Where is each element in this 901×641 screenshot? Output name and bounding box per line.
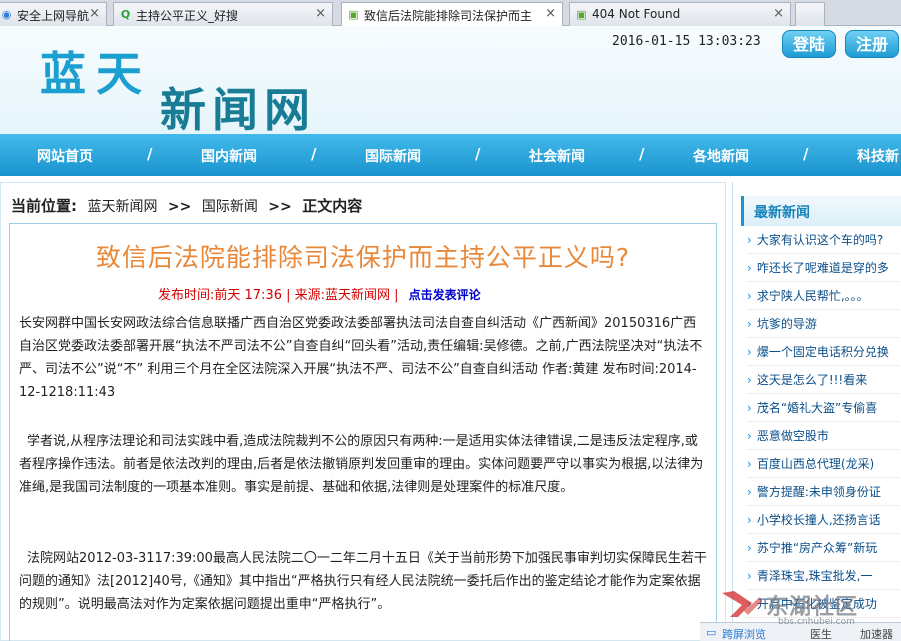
accelerator-button[interactable]: 加速器	[860, 626, 893, 641]
list-item[interactable]: › 恶意做空股市	[747, 422, 901, 450]
list-item[interactable]: › 警方提醒:未申领身份证	[747, 478, 901, 506]
breadcrumb-section-link[interactable]: 国际新闻	[202, 199, 258, 215]
bullet-icon: ›	[747, 345, 752, 359]
bullet-icon: ›	[747, 373, 752, 387]
list-item[interactable]: › 坑爹的导游	[747, 310, 901, 338]
bullet-icon: ›	[747, 317, 752, 331]
nav-item-home[interactable]: 网站首页	[37, 146, 93, 166]
register-button[interactable]: 注册	[845, 30, 899, 58]
bullet-icon: ›	[747, 429, 752, 443]
breadcrumb-separator: >>	[167, 199, 192, 215]
nav-item-domestic[interactable]: 国内新闻	[201, 146, 257, 166]
breadcrumb-home-link[interactable]: 蓝天新闻网	[87, 199, 157, 215]
browser-tab-safe-nav[interactable]: ◉ 安全上网导航 ×	[0, 2, 107, 26]
watermark-logo-icon	[722, 591, 762, 617]
globe-icon: ◉	[1, 8, 12, 21]
tab-label: 主持公平正义_好搜	[136, 9, 239, 23]
doctor-button[interactable]: 医生	[810, 626, 832, 641]
sidebar-latest-news: 最新新闻 › 大家有认识这个车的吗? › 咋还长了呢难道是穿的多 › 求宁陕人民帮忙,…	[732, 182, 901, 641]
bullet-icon: ›	[747, 289, 752, 303]
bullet-icon: ›	[747, 569, 752, 583]
list-item[interactable]: › 求宁陕人民帮忙,。。。	[747, 282, 901, 310]
bullet-icon: ›	[747, 541, 752, 555]
article-paragraph: 法院网站2012-03-3117:39:00最高人民法院二〇一二年二月十五日《关…	[19, 551, 707, 612]
list-item[interactable]: › 咋还长了呢难道是穿的多	[747, 254, 901, 282]
tab-label: 安全上网导航	[17, 9, 90, 23]
close-icon[interactable]: ×	[89, 6, 100, 21]
breadcrumb-current: 正文内容	[302, 197, 363, 215]
list-item[interactable]: › 百度山西总代理(龙采)	[747, 450, 901, 478]
main-nav: 网站首页 / 国内新闻 / 国际新闻 / 社会新闻 / 各地新闻 / 科技新	[0, 134, 901, 176]
bullet-icon: ›	[747, 261, 752, 275]
list-item[interactable]: › 苏宁推“房产众筹”新玩	[747, 534, 901, 562]
nav-separator: /	[803, 145, 809, 163]
browser-tab-bar: ◉ 安全上网导航 × Q 主持公平正义_好搜 × ▣ 致信后法院能排除司法保护而…	[0, 0, 901, 27]
close-icon[interactable]: ×	[315, 6, 326, 21]
browser-tab-article[interactable]: ▣ 致信后法院能排除司法保护而主 ×	[341, 2, 563, 27]
list-item[interactable]: › 茂名“婚礼大盗”专偷喜	[747, 394, 901, 422]
page-icon: ▣	[348, 8, 359, 21]
nav-separator: /	[147, 145, 153, 163]
browser-tab-search[interactable]: Q 主持公平正义_好搜 ×	[113, 2, 333, 26]
cross-screen-button[interactable]: 跨屏浏览	[722, 626, 766, 641]
site-header: 蓝天 新闻网 2016-01-15 13:03:23 登陆 注册	[0, 26, 901, 137]
close-icon[interactable]: ×	[545, 6, 556, 21]
site-watermark: 东湖社区 bbs.cnhubei.com	[720, 587, 901, 627]
sidebar-news-list: › 大家有认识这个车的吗? › 咋还长了呢难道是穿的多 › 求宁陕人民帮忙,。。。 ›…	[747, 226, 901, 618]
site-logo-line1[interactable]: 蓝天	[40, 38, 152, 104]
bullet-icon: ›	[747, 233, 752, 247]
main-content: 当前位置: 蓝天新闻网 >> 国际新闻 >> 正文内容 致信后法院能排除司法保护…	[0, 182, 726, 641]
login-button[interactable]: 登陆	[782, 30, 836, 58]
watermark-url: bbs.cnhubei.com	[778, 617, 855, 627]
post-comment-link[interactable]: 点击发表评论	[409, 288, 481, 302]
tab-label: 致信后法院能排除司法保护而主	[364, 9, 532, 23]
breadcrumb: 当前位置: 蓝天新闻网 >> 国际新闻 >> 正文内容	[11, 195, 362, 216]
new-tab-button[interactable]	[795, 2, 825, 26]
list-item[interactable]: › 大家有认识这个车的吗?	[747, 226, 901, 254]
bullet-icon: ›	[747, 513, 752, 527]
screen-icon: ▭	[706, 626, 717, 639]
breadcrumb-prefix: 当前位置:	[11, 197, 77, 215]
nav-item-society[interactable]: 社会新闻	[529, 146, 585, 166]
tab-label: 404 Not Found	[592, 7, 681, 21]
article-title: 致信后法院能排除司法保护而主持公平正义吗?	[95, 243, 631, 272]
nav-separator: /	[475, 145, 481, 163]
bullet-icon: ›	[747, 401, 752, 415]
article-meta-text: 发布时间:前天 17:36 | 来源:蓝天新闻网 |	[158, 288, 399, 303]
search-q-icon: Q	[120, 8, 131, 21]
nav-item-international[interactable]: 国际新闻	[365, 146, 421, 166]
bullet-icon: ›	[747, 457, 752, 471]
browser-tab-404[interactable]: ▣ 404 Not Found ×	[569, 2, 791, 26]
bullet-icon: ›	[747, 485, 752, 499]
list-item[interactable]: › 这天是怎么了!!!看来	[747, 366, 901, 394]
article-paragraph: 学者说,从程序法理论和司法实践中看,造成法院裁判不公的原因只有两种:一是适用实体…	[19, 434, 704, 495]
site-logo-line2[interactable]: 新闻网	[160, 74, 316, 140]
sidebar-heading: 最新新闻	[741, 196, 901, 226]
page-icon: ▣	[576, 8, 587, 21]
list-item[interactable]: › 爆一个固定电话积分兑换	[747, 338, 901, 366]
header-datetime: 2016-01-15 13:03:23	[612, 34, 761, 49]
list-item[interactable]: › 青泽珠宝,珠宝批发,一	[747, 562, 901, 590]
nav-item-tech[interactable]: 科技新	[857, 146, 899, 166]
article-paragraph: 长安网群中国长安网政法综合信息联播广西自治区党委政法委部署执法司法自查自纠活动《…	[19, 316, 703, 400]
breadcrumb-separator: >>	[268, 199, 292, 215]
article-meta: 发布时间:前天 17:36 | 来源:蓝天新闻网 | 点击发表评论	[158, 284, 481, 303]
nav-separator: /	[311, 145, 317, 163]
list-item[interactable]: › 小学校长撞人,还扬言话	[747, 506, 901, 534]
nav-item-regional[interactable]: 各地新闻	[693, 146, 749, 166]
close-icon[interactable]: ×	[773, 6, 784, 21]
nav-separator: /	[639, 145, 645, 163]
article-panel: 致信后法院能排除司法保护而主持公平正义吗? 发布时间:前天 17:36 | 来源…	[9, 223, 717, 641]
